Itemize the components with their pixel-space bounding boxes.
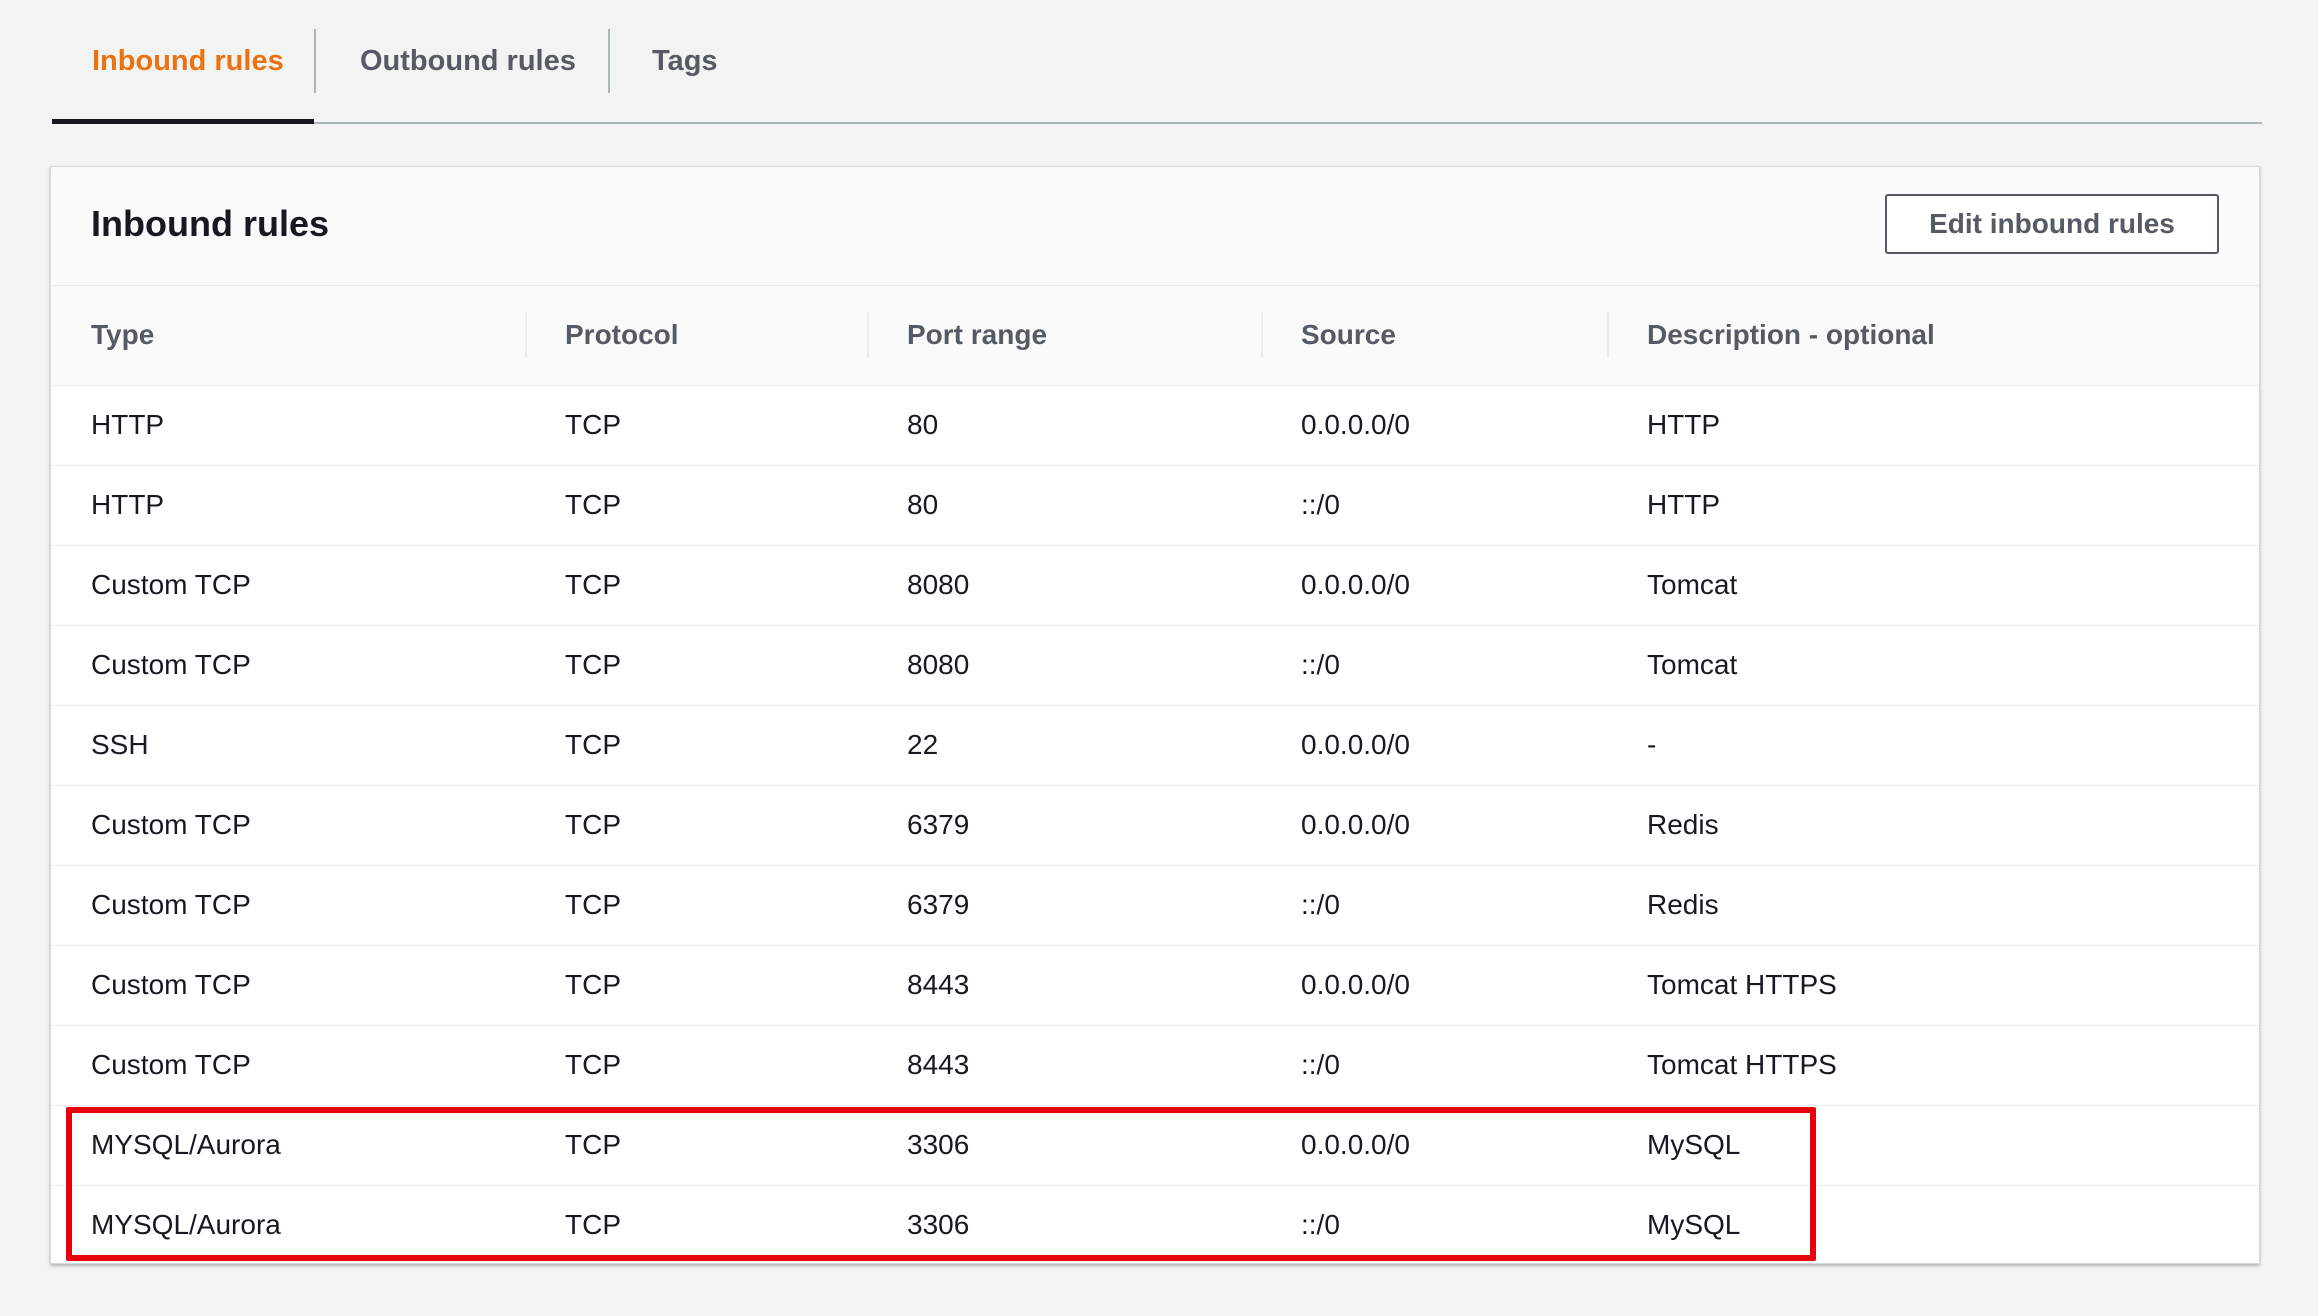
cell-type: Custom TCP bbox=[51, 545, 525, 626]
cell-protocol: TCP bbox=[525, 705, 867, 786]
table-row[interactable]: Custom TCP TCP 6379 0.0.0.0/0 Redis bbox=[51, 785, 2259, 866]
cell-description: Tomcat HTTPS bbox=[1607, 1025, 2259, 1106]
cell-protocol: TCP bbox=[525, 385, 867, 466]
table-row[interactable]: SSH TCP 22 0.0.0.0/0- bbox=[51, 705, 2259, 786]
cell-source: ::/0 bbox=[1261, 625, 1607, 706]
cell-port-range: 3306 bbox=[867, 1105, 1261, 1186]
cell-protocol: TCP bbox=[525, 785, 867, 866]
cell-protocol: TCP bbox=[525, 1025, 867, 1106]
cell-type: Custom TCP bbox=[51, 625, 525, 706]
cell-source: 0.0.0.0/0 bbox=[1261, 1105, 1607, 1186]
table-row[interactable]: MYSQL/Aurora TCP 3306::/0 MySQL bbox=[51, 1185, 2259, 1265]
cell-description: Redis bbox=[1607, 785, 2259, 866]
cell-description: MySQL bbox=[1647, 1209, 1741, 1241]
cell-source: 0.0.0.0/0 bbox=[1261, 785, 1607, 866]
cell-port-range: 80 bbox=[867, 385, 1261, 466]
cell-type: MYSQL/Aurora bbox=[51, 1105, 525, 1186]
cell-description: Tomcat bbox=[1607, 625, 2259, 706]
cell-type: MYSQL/Aurora bbox=[91, 1209, 281, 1241]
cell-description: Redis bbox=[1607, 865, 2259, 946]
cell-protocol: TCP bbox=[525, 1105, 867, 1186]
cell-type: HTTP bbox=[51, 385, 525, 466]
cell-port-range: 22 bbox=[867, 705, 1261, 786]
cell-type: HTTP bbox=[51, 465, 525, 546]
column-header-description[interactable]: Description - optional bbox=[1607, 286, 2259, 386]
table-body: HTTP TCP 80 0.0.0.0/0 HTTP HTTP TCP 80::/0 HTTP C… bbox=[51, 385, 2259, 1265]
cell-port-range: 6379 bbox=[867, 865, 1261, 946]
cell-type: Custom TCP bbox=[51, 1025, 525, 1106]
cell-source: ::/0 bbox=[1261, 865, 1607, 946]
cell-type: Custom TCP bbox=[51, 785, 525, 866]
panel-title: Inbound rules bbox=[91, 203, 329, 244]
column-header-source[interactable]: Source bbox=[1261, 286, 1607, 386]
table-row[interactable]: Custom TCP TCP 8080 0.0.0.0/0 Tomcat bbox=[51, 545, 2259, 626]
cell-port-range: 3306 bbox=[907, 1209, 970, 1241]
cell-description: - bbox=[1607, 705, 2259, 786]
column-header-type[interactable]: Type bbox=[51, 286, 525, 386]
cell-source: 0.0.0.0/0 bbox=[1261, 385, 1607, 466]
tab-outbound-rules[interactable]: Outbound rules bbox=[316, 0, 608, 122]
cell-port-range: 8443 bbox=[867, 1025, 1261, 1106]
table-row[interactable]: HTTP TCP 80 0.0.0.0/0 HTTP bbox=[51, 385, 2259, 466]
cell-description: MySQL bbox=[1607, 1105, 2259, 1186]
inbound-rules-panel: Inbound rules Edit inbound rules Type Pr… bbox=[50, 166, 2260, 1264]
cell-protocol: TCP bbox=[525, 625, 867, 706]
cell-protocol: TCP bbox=[525, 865, 867, 946]
cell-description: HTTP bbox=[1607, 465, 2259, 546]
cell-port-range: 80 bbox=[867, 465, 1261, 546]
cell-source: ::/0 bbox=[1261, 1025, 1607, 1106]
cell-port-range: 8080 bbox=[867, 545, 1261, 626]
table-row[interactable]: HTTP TCP 80::/0 HTTP bbox=[51, 465, 2259, 546]
cell-port-range: 8443 bbox=[867, 945, 1261, 1026]
column-header-protocol[interactable]: Protocol bbox=[525, 286, 867, 386]
table-row[interactable]: Custom TCP TCP 8443::/0 Tomcat HTTPS bbox=[51, 1025, 2259, 1106]
cell-description: Tomcat bbox=[1607, 545, 2259, 626]
tab-inbound-rules[interactable]: Inbound rules bbox=[52, 0, 314, 124]
cell-protocol: TCP bbox=[565, 1209, 621, 1241]
cell-description: Tomcat HTTPS bbox=[1607, 945, 2259, 1026]
inbound-rules-table: Type Protocol Port range Source Descript… bbox=[51, 286, 2259, 1265]
table-row[interactable]: Custom TCP TCP 8080::/0 Tomcat bbox=[51, 625, 2259, 706]
tab-tags[interactable]: Tags bbox=[610, 0, 758, 122]
cell-source: 0.0.0.0/0 bbox=[1261, 705, 1607, 786]
cell-source: 0.0.0.0/0 bbox=[1261, 545, 1607, 626]
cell-type: Custom TCP bbox=[51, 865, 525, 946]
cell-type: SSH bbox=[51, 705, 525, 786]
cell-port-range: 6379 bbox=[867, 785, 1261, 866]
column-header-port-range[interactable]: Port range bbox=[867, 286, 1261, 386]
cell-source: 0.0.0.0/0 bbox=[1261, 945, 1607, 1026]
table-row[interactable]: Custom TCP TCP 6379::/0 Redis bbox=[51, 865, 2259, 946]
edit-inbound-rules-button[interactable]: Edit inbound rules bbox=[1885, 194, 2219, 254]
table-row[interactable]: Custom TCP TCP 8443 0.0.0.0/0 Tomcat HTTPS bbox=[51, 945, 2259, 1026]
table-header-row: Type Protocol Port range Source Descript… bbox=[51, 286, 2259, 386]
panel-header: Inbound rules Edit inbound rules bbox=[51, 167, 2259, 286]
cell-protocol: TCP bbox=[525, 465, 867, 546]
cell-protocol: TCP bbox=[525, 545, 867, 626]
cell-description: HTTP bbox=[1607, 385, 2259, 466]
tab-bar: Inbound rules Outbound rules Tags bbox=[52, 0, 2262, 124]
table-row[interactable]: MYSQL/Aurora TCP 3306 0.0.0.0/0 MySQL bbox=[51, 1105, 2259, 1186]
cell-protocol: TCP bbox=[525, 945, 867, 1026]
cell-type: Custom TCP bbox=[51, 945, 525, 1026]
cell-source: ::/0 bbox=[1301, 1209, 1340, 1241]
cell-source: ::/0 bbox=[1261, 465, 1607, 546]
cell-port-range: 8080 bbox=[867, 625, 1261, 706]
